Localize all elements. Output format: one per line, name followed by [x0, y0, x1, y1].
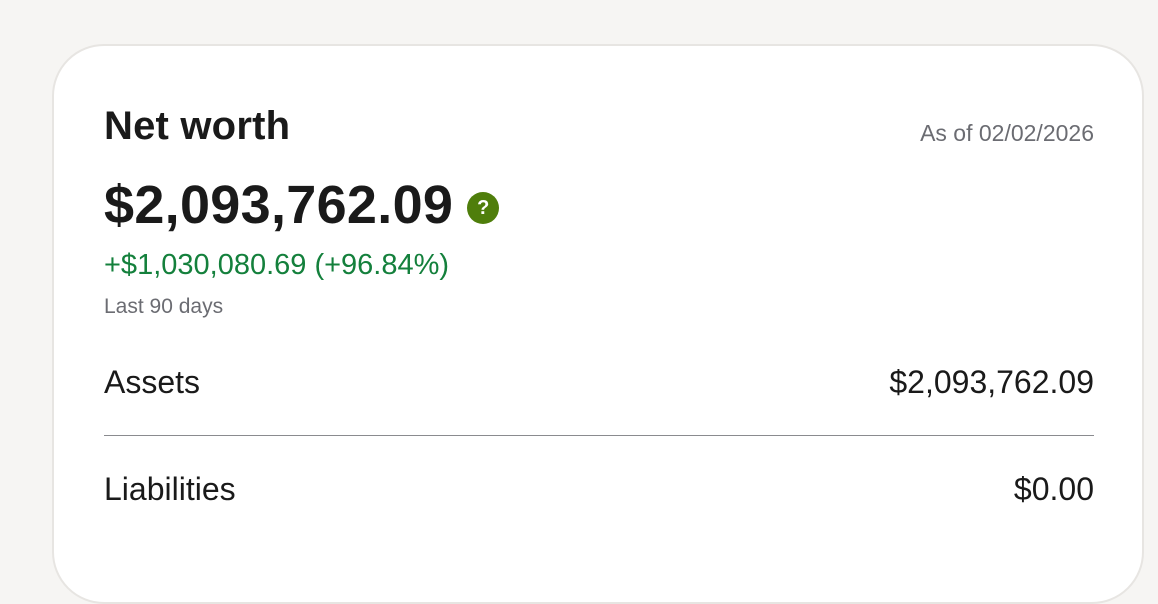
- divider: [104, 435, 1094, 436]
- net-worth-amount: $2,093,762.09: [104, 175, 454, 235]
- as-of-date: As of 02/02/2026: [920, 120, 1094, 146]
- net-worth-amount-row: $2,093,762.09 ?: [104, 174, 500, 236]
- liabilities-value: $0.00: [1013, 471, 1094, 507]
- net-worth-card: Net worth As of 02/02/2026 $2,093,762.09…: [52, 44, 1144, 604]
- assets-row[interactable]: Assets $2,093,762.09: [104, 364, 1094, 401]
- liabilities-label: Liabilities: [104, 471, 236, 507]
- question-icon[interactable]: ?: [467, 192, 500, 224]
- net-worth-change: +$1,030,080.69 (+96.84%): [104, 249, 450, 281]
- assets-label: Assets: [104, 364, 201, 400]
- change-period: Last 90 days: [104, 295, 224, 318]
- liabilities-row[interactable]: Liabilities $0.00: [104, 471, 1094, 508]
- card-title: Net worth: [104, 104, 291, 148]
- assets-value: $2,093,762.09: [889, 364, 1094, 400]
